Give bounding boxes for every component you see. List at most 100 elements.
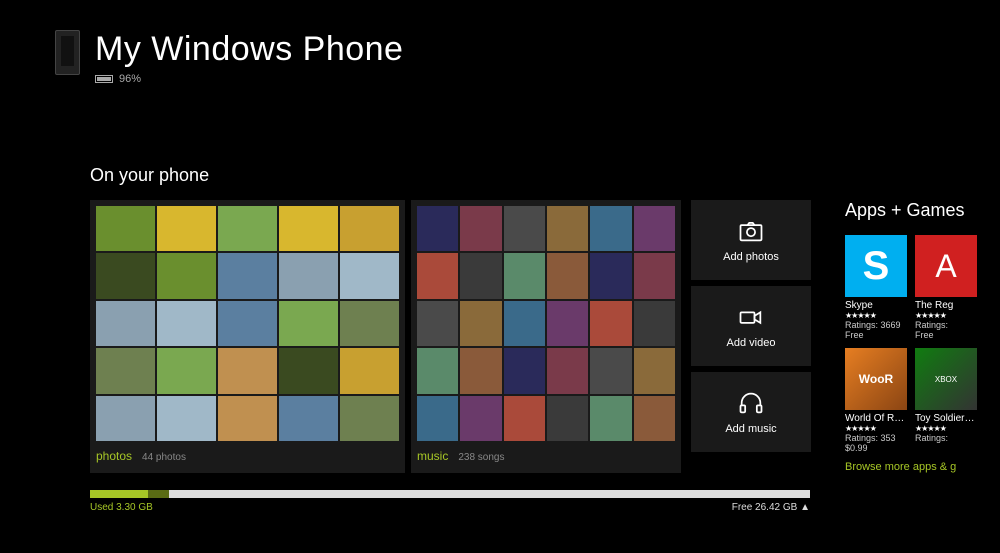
page-title: My Windows Phone xyxy=(95,30,403,69)
photo-thumb[interactable] xyxy=(340,253,399,298)
photo-thumb[interactable] xyxy=(96,301,155,346)
storage-bar-section: Used 3.30 GB Free 26.42 GB ▲ xyxy=(90,490,810,513)
photo-thumb[interactable] xyxy=(279,301,338,346)
photo-thumb[interactable] xyxy=(279,396,338,441)
storage-bar[interactable] xyxy=(90,490,810,498)
photo-thumb[interactable] xyxy=(340,301,399,346)
album-thumb[interactable] xyxy=(547,301,588,346)
album-thumb[interactable] xyxy=(634,206,675,251)
photo-thumb[interactable] xyxy=(218,396,277,441)
album-thumb[interactable] xyxy=(417,206,458,251)
photo-thumb[interactable] xyxy=(218,253,277,298)
app-tile-world-of-rabbit[interactable]: WooR World Of Rabbit - The ★★★★★ Ratings… xyxy=(845,348,907,453)
browse-more-apps-link[interactable]: Browse more apps & g xyxy=(845,461,1000,473)
album-thumb[interactable] xyxy=(504,253,545,298)
photos-grid xyxy=(96,206,399,441)
album-thumb[interactable] xyxy=(460,253,501,298)
photo-thumb[interactable] xyxy=(157,301,216,346)
album-thumb[interactable] xyxy=(460,396,501,441)
add-photos-tile[interactable]: Add photos xyxy=(691,200,811,280)
photo-thumb[interactable] xyxy=(279,206,338,251)
photo-thumb[interactable] xyxy=(157,253,216,298)
album-thumb[interactable] xyxy=(504,348,545,393)
add-photos-label: Add photos xyxy=(723,251,779,263)
album-thumb[interactable] xyxy=(547,348,588,393)
app-name: Skype xyxy=(845,300,907,311)
photo-thumb[interactable] xyxy=(340,396,399,441)
battery-icon xyxy=(95,75,113,83)
photo-thumb[interactable] xyxy=(218,348,277,393)
album-thumb[interactable] xyxy=(504,301,545,346)
photo-thumb[interactable] xyxy=(96,348,155,393)
storage-other-segment xyxy=(148,490,170,498)
music-panel[interactable]: music 238 songs xyxy=(411,200,681,473)
photo-thumb[interactable] xyxy=(96,396,155,441)
photos-panel[interactable]: photos 44 photos xyxy=(90,200,405,473)
photo-thumb[interactable] xyxy=(96,253,155,298)
app-tile-toy-soldiers[interactable]: XBOX Toy Soldiers Boot Ca ★★★★★ Ratings: xyxy=(915,348,977,453)
album-thumb[interactable] xyxy=(590,301,631,346)
camera-icon xyxy=(737,217,765,245)
photo-thumb[interactable] xyxy=(340,206,399,251)
photo-thumb[interactable] xyxy=(157,206,216,251)
album-thumb[interactable] xyxy=(460,301,501,346)
storage-used-label: Used 3.30 GB xyxy=(90,502,153,513)
album-thumb[interactable] xyxy=(547,396,588,441)
battery-percent: 96% xyxy=(119,73,141,85)
app-stars: ★★★★★ xyxy=(915,424,977,433)
photo-thumb[interactable] xyxy=(340,348,399,393)
album-thumb[interactable] xyxy=(460,348,501,393)
album-thumb[interactable] xyxy=(634,348,675,393)
app-tile-the-reg[interactable]: A The Reg ★★★★★ Ratings: Free xyxy=(915,235,977,340)
app-ratings: Ratings: xyxy=(915,320,977,330)
app-stars: ★★★★★ xyxy=(845,424,907,433)
album-thumb[interactable] xyxy=(547,253,588,298)
add-music-tile[interactable]: Add music xyxy=(691,372,811,452)
storage-used-segment xyxy=(90,490,148,498)
photos-label: photos xyxy=(96,449,132,463)
album-thumb[interactable] xyxy=(634,301,675,346)
app-price: Free xyxy=(845,330,907,340)
skype-icon: S xyxy=(845,235,907,297)
app-name: Toy Soldiers Boot Ca xyxy=(915,413,977,424)
album-thumb[interactable] xyxy=(417,396,458,441)
album-thumb[interactable] xyxy=(590,253,631,298)
album-thumb[interactable] xyxy=(460,206,501,251)
app-ratings: Ratings: 353 xyxy=(845,433,907,443)
header: My Windows Phone 96% xyxy=(0,0,1000,85)
album-thumb[interactable] xyxy=(547,206,588,251)
photo-thumb[interactable] xyxy=(279,253,338,298)
battery-status: 96% xyxy=(95,73,403,85)
album-thumb[interactable] xyxy=(417,348,458,393)
app-icon: WooR xyxy=(845,348,907,410)
album-thumb[interactable] xyxy=(590,206,631,251)
photo-thumb[interactable] xyxy=(218,206,277,251)
app-tile-skype[interactable]: S Skype ★★★★★ Ratings: 3669 Free xyxy=(845,235,907,340)
photo-thumb[interactable] xyxy=(279,348,338,393)
storage-free-segment xyxy=(169,490,810,498)
photo-thumb[interactable] xyxy=(157,396,216,441)
app-price: $0.99 xyxy=(845,443,907,453)
album-thumb[interactable] xyxy=(417,301,458,346)
add-video-label: Add video xyxy=(727,337,776,349)
app-price: Free xyxy=(915,330,977,340)
album-thumb[interactable] xyxy=(634,253,675,298)
photo-thumb[interactable] xyxy=(96,206,155,251)
app-name: World Of Rabbit - The xyxy=(845,413,907,424)
add-video-tile[interactable]: Add video xyxy=(691,286,811,366)
music-grid xyxy=(417,206,675,441)
album-thumb[interactable] xyxy=(590,396,631,441)
headphones-icon xyxy=(737,389,765,417)
album-thumb[interactable] xyxy=(590,348,631,393)
music-label: music xyxy=(417,449,448,463)
album-thumb[interactable] xyxy=(417,253,458,298)
video-camera-icon xyxy=(737,303,765,331)
album-thumb[interactable] xyxy=(504,396,545,441)
app-ratings: Ratings: 3669 xyxy=(845,320,907,330)
app-stars: ★★★★★ xyxy=(915,311,977,320)
photo-thumb[interactable] xyxy=(218,301,277,346)
photo-thumb[interactable] xyxy=(157,348,216,393)
add-music-label: Add music xyxy=(725,423,776,435)
album-thumb[interactable] xyxy=(634,396,675,441)
album-thumb[interactable] xyxy=(504,206,545,251)
